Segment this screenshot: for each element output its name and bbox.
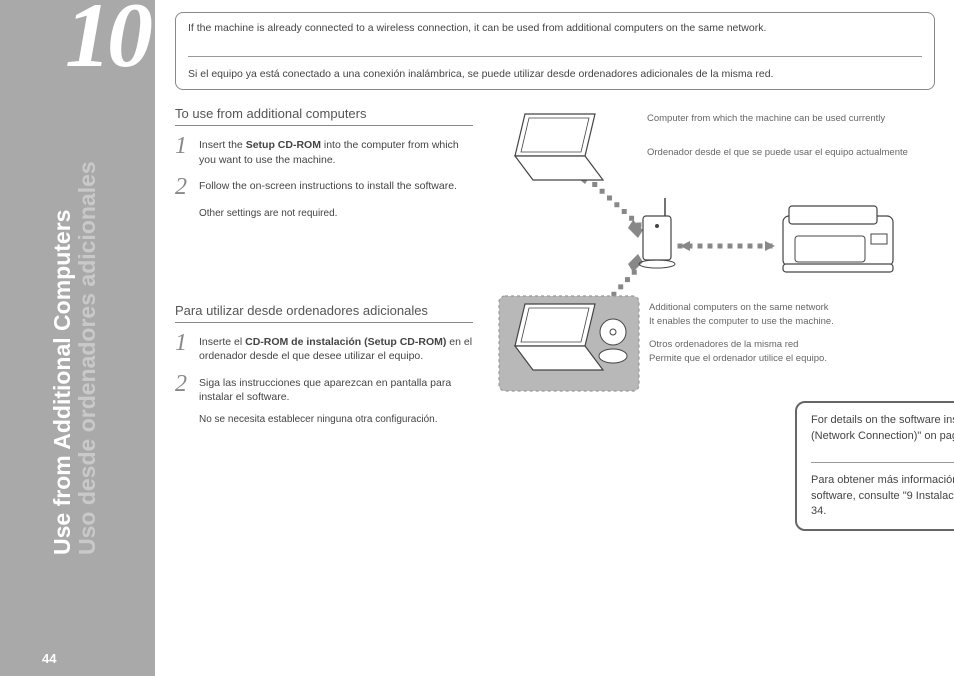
note-en: Other settings are not required.	[199, 208, 473, 219]
step-es-2: 2 Siga las instrucciones que aparezcan e…	[175, 374, 473, 404]
sidebar: 10 Use from Additional Computers Uso des…	[0, 0, 155, 676]
content-row: To use from additional computers 1 Inser…	[175, 106, 935, 459]
step-es-1: 1 Inserte el CD-ROM de instalación (Setu…	[175, 333, 473, 363]
title-en: Use from Additional Computers	[50, 162, 75, 556]
step-body: Siga las instrucciones que aparezcan en …	[199, 374, 473, 404]
caption-additional-en: Additional computers on the same network…	[649, 301, 915, 328]
step-en-1: 1 Insert the Setup CD-ROM into the compu…	[175, 136, 473, 166]
footer-en: For details on the software installation…	[811, 413, 954, 444]
footer-reference-box: For details on the software installation…	[795, 401, 954, 531]
vertical-titles: Use from Additional Computers Uso desde …	[50, 162, 101, 556]
step-number: 1	[175, 136, 191, 166]
main-content: If the machine is already connected to a…	[175, 12, 935, 459]
step-body: Follow the on-screen instructions to ins…	[199, 177, 473, 199]
step-body: Insert the Setup CD-ROM into the compute…	[199, 136, 473, 166]
step-number: 2	[175, 374, 191, 404]
page-number: 44	[42, 651, 56, 666]
heading-es: Para utilizar desde ordenadores adiciona…	[175, 303, 473, 323]
divider	[811, 462, 954, 463]
laptop-current-icon	[515, 114, 603, 180]
title-es: Uso desde ordenadores adicionales	[75, 162, 100, 556]
diagram-column: Computer from which the machine can be u…	[485, 106, 925, 459]
network-diagram: Computer from which the machine can be u…	[485, 106, 925, 406]
heading-en: To use from additional computers	[175, 106, 473, 126]
printer-icon	[783, 206, 893, 272]
intro-box: If the machine is already connected to a…	[175, 12, 935, 90]
caption-current-en: Computer from which the machine can be u…	[647, 112, 917, 125]
intro-es: Si el equipo ya está conectado a una con…	[188, 67, 922, 82]
caption-additional-es: Otros ordenadores de la misma red Permit…	[649, 338, 915, 365]
step-body: Inserte el CD-ROM de instalación (Setup …	[199, 333, 473, 363]
chapter-number: 10	[65, 0, 149, 88]
divider	[188, 56, 922, 57]
router-icon	[639, 198, 675, 268]
footer-es: Para obtener más información sobre el pr…	[811, 473, 954, 519]
step-number: 2	[175, 177, 191, 199]
caption-current-es: Ordenador desde el que se puede usar el …	[647, 146, 917, 159]
note-es: No se necesita establecer ninguna otra c…	[199, 414, 473, 425]
step-en-2: 2 Follow the on-screen instructions to i…	[175, 177, 473, 199]
step-number: 1	[175, 333, 191, 363]
intro-en: If the machine is already connected to a…	[188, 21, 922, 36]
instructions-column: To use from additional computers 1 Inser…	[175, 106, 473, 459]
